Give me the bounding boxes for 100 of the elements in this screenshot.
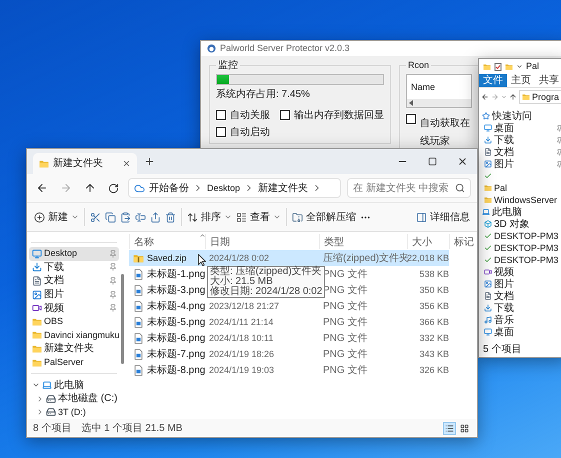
sidebar-item[interactable]: 此电脑 (29, 378, 119, 392)
properties-icon (494, 62, 502, 70)
breadcrumb-item[interactable]: Desktop (207, 182, 240, 194)
close-icon[interactable] (122, 159, 131, 168)
folder-icon (505, 62, 513, 70)
tree-item[interactable]: DESKTOP-PM3 (482, 242, 561, 254)
tree-item[interactable]: 音乐 (482, 314, 561, 326)
file-name: 未标题-6.png (147, 332, 206, 344)
file-type: PNG 文件 (323, 300, 368, 312)
menu-button[interactable]: 排序 (185, 208, 234, 226)
breadcrumb-item[interactable]: 新建文件夹 (258, 182, 308, 194)
checkbox-label: 自动启动 (230, 126, 270, 139)
status-text: 选中 1 个项目 21.5 MB (81, 422, 182, 434)
forward-arrow-icon (60, 182, 72, 194)
document-icon (484, 292, 492, 300)
file-info-tooltip: 类型: 压缩(zipped)文件夹 大小: 21.5 MB 修改日期: 2024/1/28 0:02 (207, 266, 326, 298)
window-tab[interactable]: 新建文件夹 (33, 153, 137, 174)
toolbar-button[interactable]: 全部解压缩 (290, 208, 358, 226)
tree-item[interactable]: 下载 (482, 134, 561, 146)
modified-date: 2024/1/28 0:02 (209, 252, 270, 264)
file-size: 350 KB (419, 284, 449, 296)
player-list[interactable]: Name (406, 74, 472, 108)
selected-file-row[interactable]: Saved.zip 2024/1/28 0:02 压缩(zipped)文件夹22,018 KB (129, 250, 449, 266)
column-header[interactable]: 日期 (210, 236, 230, 248)
ribbon-tab[interactable]: 文件 (479, 74, 507, 87)
scissors-icon (90, 212, 101, 222)
back-arrow-icon (36, 182, 48, 194)
ribbon-tab[interactable]: 主页 (507, 74, 535, 87)
sidebar-item[interactable]: 3T (D:) (29, 405, 119, 420)
window-title: Pal (526, 60, 540, 73)
tree-item[interactable]: 视频 (482, 266, 561, 278)
ribbon-tab[interactable]: 共享 (535, 74, 561, 87)
image-file-icon (133, 316, 144, 328)
tree-item[interactable]: 快速访问 (482, 110, 561, 122)
toolbar-button[interactable]: 详细信息 (414, 208, 472, 226)
monitor-icon (32, 248, 42, 259)
breadcrumb-item[interactable]: 开始备份 (149, 182, 189, 194)
chevron-icon[interactable] (36, 394, 44, 403)
column-header[interactable]: 大小 (412, 236, 432, 248)
tree-item[interactable]: Pal (482, 182, 561, 194)
sidebar-item[interactable]: OBS (29, 314, 119, 329)
image-file-icon (133, 332, 144, 344)
checkbox[interactable] (216, 110, 226, 120)
scroll-left-icon (409, 100, 414, 106)
tree-item[interactable]: WindowsServer (482, 194, 561, 206)
column-header[interactable]: 类型 (324, 236, 344, 248)
tree-item[interactable]: 3D 对象 (482, 218, 561, 230)
folder-icon (484, 196, 492, 204)
memory-usage-text: 系统内存占用: 7.45% (216, 88, 311, 101)
checkbox[interactable] (406, 114, 416, 124)
group-title: 监控 (218, 60, 238, 71)
search-field[interactable]: 在 新建文件夹 中搜索 (347, 178, 471, 198)
address-field[interactable]: Progra (519, 90, 561, 104)
address-bar[interactable]: 开始备份 Desktop 新建文件夹 (128, 178, 341, 198)
computer-icon (42, 380, 52, 390)
tree-item[interactable]: 桌面 (482, 326, 561, 338)
sidebar-item[interactable]: 本地磁盘 (C:) (29, 392, 119, 406)
sidebar-item[interactable]: 下载 (29, 260, 119, 274)
tree-item[interactable]: 桌面 (482, 122, 561, 134)
checkbox[interactable] (280, 110, 290, 120)
tree-item[interactable]: 此电脑 (482, 206, 561, 218)
file-name: 未标题-1.png (147, 268, 206, 280)
column-header[interactable]: 标记 (454, 236, 474, 248)
clipboard-icon (120, 212, 131, 222)
chevron-icon[interactable] (36, 408, 44, 416)
sidebar-item[interactable]: 视频 (29, 301, 119, 315)
scrollbar[interactable] (121, 274, 124, 364)
folder-icon (32, 344, 42, 354)
details-view-button[interactable] (443, 422, 456, 434)
up-icon[interactable] (509, 93, 517, 101)
tree-item[interactable]: 下载 (482, 302, 561, 314)
file-name: 未标题-3.png (147, 284, 206, 296)
tree-item[interactable]: 文档 (482, 146, 561, 158)
tree-item[interactable]: 图片 (482, 158, 561, 170)
column-header[interactable]: 名称 (134, 236, 154, 248)
folder-icon (39, 158, 49, 168)
sidebar-item[interactable]: PalServer (29, 356, 119, 370)
tree-item[interactable]: DESKTOP-PM3 (482, 230, 561, 242)
sidebar-item[interactable]: 图片 (29, 288, 119, 302)
picture-icon (484, 280, 492, 288)
sidebar-item[interactable]: Davinci xiangmuku (29, 328, 119, 342)
tree-item[interactable]: DESKTOP-PM3 (482, 254, 561, 266)
tree-item[interactable]: 图片 (482, 278, 561, 290)
back-icon[interactable] (481, 93, 489, 101)
checkbox[interactable] (216, 127, 226, 137)
scrollbar[interactable] (407, 99, 471, 107)
menu-button[interactable]: 新建 (32, 208, 81, 226)
tree-item[interactable]: 文档 (482, 290, 561, 302)
modified-date: 2023/12/18 21:27 (209, 300, 280, 312)
caret-icon[interactable] (516, 63, 523, 70)
sidebar-item[interactable]: Desktop (29, 246, 119, 261)
app-logo-icon (207, 44, 216, 53)
image-file-icon (133, 348, 144, 360)
image-file-icon (133, 268, 144, 280)
sidebar-item[interactable]: 新建文件夹 (29, 342, 119, 356)
list-view-icon (236, 212, 247, 222)
folder-icon (32, 330, 42, 340)
modified-date: 2024/1/19 19:03 (209, 364, 274, 376)
sidebar-item[interactable]: 文档 (29, 274, 119, 288)
menu-button[interactable]: 查看 (234, 208, 283, 226)
